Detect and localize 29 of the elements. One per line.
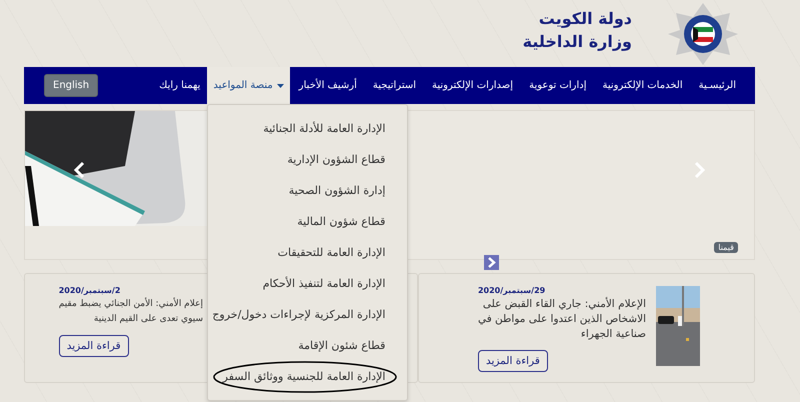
ministry-title: وزارة الداخلية: [522, 32, 632, 50]
news-headline: إعلام الأمني: الأمن الجنائي يضبط مقيم سيوي تعدى على القيم الدينية: [58, 297, 203, 326]
nav-item[interactable]: الخدمات الإلكترونية: [596, 67, 690, 104]
read-more-button[interactable]: قراءة المزيد: [478, 350, 548, 372]
menu-item[interactable]: الإدارة المركزية لإجراءات دخول/خروج: [208, 299, 408, 330]
read-more-button[interactable]: قراءة المزيد: [58, 335, 129, 357]
nav-item[interactable]: إدارات توعوية: [522, 67, 594, 104]
menu-item[interactable]: الإدارة العامة للأدلة الجنائية: [208, 113, 408, 144]
nav-item[interactable]: استراتيجية: [366, 67, 423, 104]
nav-item[interactable]: منصة المواعيد: [207, 67, 290, 104]
slide-badge: قيمنا: [714, 242, 738, 253]
menu-item[interactable]: قطاع الشؤون الإدارية: [208, 144, 408, 175]
nav-item[interactable]: أرشيف الأخبار: [292, 67, 364, 104]
nav-item[interactable]: إصدارات الإلكترونية: [425, 67, 520, 104]
nav-item[interactable]: يهمنا رايك: [152, 67, 208, 104]
menu-item[interactable]: قطاع شؤون المالية: [208, 206, 408, 237]
menu-item[interactable]: إدارة الشؤون الصحية: [208, 175, 408, 206]
nav-item[interactable]: الرئيسـية: [692, 67, 743, 104]
news-date: 2/سبتمبر/2020: [58, 286, 120, 295]
next-slide-icon[interactable]: [484, 255, 499, 270]
news-headline: الإعلام الأمني: جاري القاء القبض على الاشخاص الذين اعتدوا على مواطن في صناعية الجهراء: [478, 297, 646, 342]
menu-item[interactable]: قطاع شئون الإقامة: [208, 330, 408, 361]
english-button[interactable]: English: [44, 74, 98, 97]
news-date: 29/سبتمبر/2020: [478, 286, 546, 295]
menu-item[interactable]: الإدارة العامة للتحقيقات: [208, 237, 408, 268]
menu-item[interactable]: الإدارة العامة للجنسية ووثائق السفر: [208, 361, 408, 392]
police-logo: [668, 2, 738, 64]
menu-item[interactable]: الإدارة العامة لتنفيذ الأحكام: [208, 268, 408, 299]
ministry-title: دولة الكويت: [538, 8, 632, 28]
